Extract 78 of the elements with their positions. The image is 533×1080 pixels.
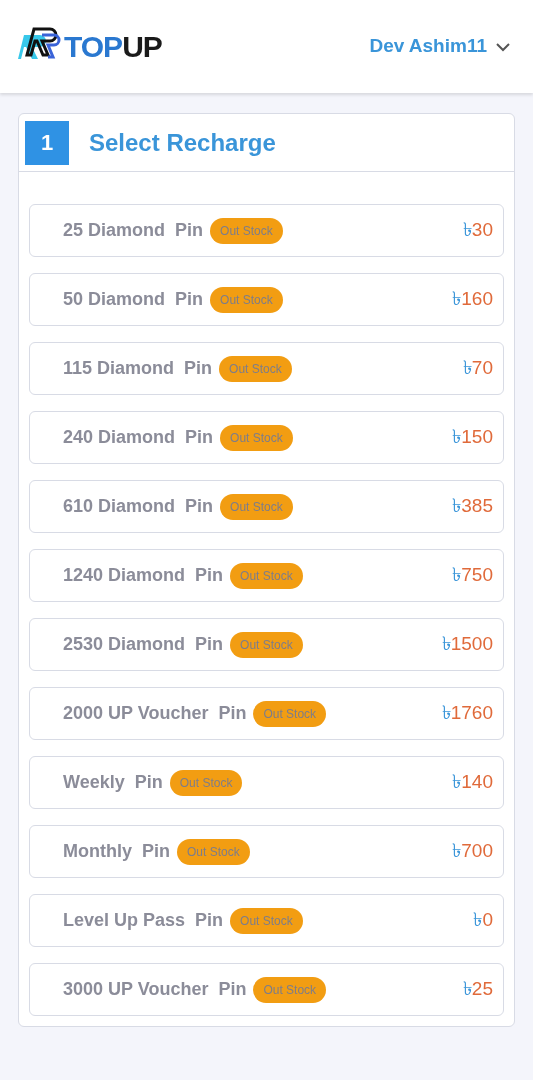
price: 385 (461, 494, 493, 519)
option-name: 25 Diamond (63, 219, 166, 242)
option-type: Pin (175, 288, 204, 311)
option-name: 115 Diamond (63, 357, 175, 380)
currency-symbol: ৳ (452, 494, 462, 519)
option-type: Pin (185, 495, 214, 518)
option-type: Pin (185, 426, 214, 449)
price: 140 (461, 770, 493, 795)
stock-badge: Out Stock (210, 286, 283, 313)
currency-symbol: ৳ (462, 218, 472, 243)
recharge-option[interactable]: 2530 Diamond Pin Out Stock ৳1500 (29, 618, 504, 671)
stock-badge: Out Stock (220, 493, 293, 520)
option-name: 610 Diamond (63, 495, 176, 518)
price: 1500 (450, 632, 493, 657)
recharge-option[interactable]: 610 Diamond Pin Out Stock ৳385 (29, 480, 504, 533)
price: 160 (461, 287, 493, 312)
currency-symbol: ৳ (452, 425, 462, 450)
stock-badge: Out Stock (253, 700, 327, 727)
user-menu[interactable]: Dev Ashim11 (369, 32, 511, 61)
stock-badge: Out Stock (230, 907, 303, 934)
recharge-option[interactable]: 3000 UP Voucher Pin Out Stock ৳25 (29, 963, 504, 1016)
option-name: 240 Diamond (63, 426, 176, 449)
currency-symbol: ৳ (462, 356, 472, 381)
option-name: Weekly (63, 771, 125, 794)
currency-symbol: ৳ (473, 908, 483, 933)
option-type: Pin (195, 909, 224, 932)
option-name: Level Up Pass (63, 909, 186, 932)
option-name: 2000 UP Voucher (63, 702, 209, 725)
price: 25 (471, 977, 493, 1002)
currency-symbol: ৳ (452, 563, 462, 588)
option-name: 3000 UP Voucher (63, 978, 209, 1001)
stock-badge: Out Stock (220, 424, 293, 451)
logo-text: TOP (64, 31, 123, 62)
recharge-option[interactable]: 2000 UP Voucher Pin Out Stock ৳1760 (29, 687, 504, 740)
option-name: Monthly (63, 840, 132, 863)
recharge-option[interactable]: 115 Diamond Pin Out Stock ৳70 (29, 342, 504, 395)
price: 0 (482, 908, 493, 933)
option-type: Pin (184, 357, 213, 380)
stock-badge: Out Stock (219, 355, 292, 382)
currency-symbol: ৳ (462, 977, 472, 1002)
price: 700 (461, 839, 493, 864)
recharge-option[interactable]: Weekly Pin Out Stock ৳140 (29, 756, 504, 809)
stock-badge: Out Stock (210, 217, 283, 244)
recharge-option[interactable]: Level Up Pass Pin Out Stock ৳0 (29, 894, 504, 947)
price: 150 (461, 425, 493, 450)
step-number: 1 (25, 120, 69, 165)
option-type: Pin (134, 771, 163, 794)
option-type: Pin (195, 633, 224, 656)
option-type: Pin (218, 978, 247, 1001)
recharge-option[interactable]: 50 Diamond Pin Out Stock ৳160 (29, 273, 504, 326)
currency-symbol: ৳ (441, 632, 451, 657)
stock-badge: Out Stock (177, 838, 250, 865)
stock-badge: Out Stock (230, 562, 303, 589)
currency-symbol: ৳ (452, 770, 462, 795)
chevron-down-icon (495, 41, 511, 52)
recharge-option[interactable]: 240 Diamond Pin Out Stock ৳150 (29, 411, 504, 464)
currency-symbol: ৳ (452, 839, 462, 864)
price: 750 (461, 563, 493, 588)
stock-badge: Out Stock (169, 769, 243, 796)
stock-badge: Out Stock (253, 976, 327, 1003)
recharge-option[interactable]: 25 Diamond Pin Out Stock ৳30 (29, 204, 504, 257)
currency-symbol: ৳ (441, 701, 451, 726)
option-type: Pin (175, 219, 204, 242)
recharge-option[interactable]: Monthly Pin Out Stock ৳700 (29, 825, 504, 878)
logo-text: UP (122, 31, 162, 62)
price: 1760 (450, 701, 493, 726)
option-type: Pin (195, 564, 224, 587)
section-title: Select Recharge (89, 127, 276, 158)
option-name: 1240 Diamond (63, 564, 186, 587)
price: 70 (471, 356, 493, 381)
option-type: Pin (218, 702, 247, 725)
stock-badge: Out Stock (230, 631, 303, 658)
price: 30 (471, 218, 493, 243)
option-type: Pin (142, 840, 170, 863)
currency-symbol: ৳ (452, 287, 462, 312)
option-name: 50 Diamond (63, 288, 166, 311)
option-name: 2530 Diamond (63, 633, 186, 656)
recharge-option[interactable]: 1240 Diamond Pin Out Stock ৳750 (29, 549, 504, 602)
